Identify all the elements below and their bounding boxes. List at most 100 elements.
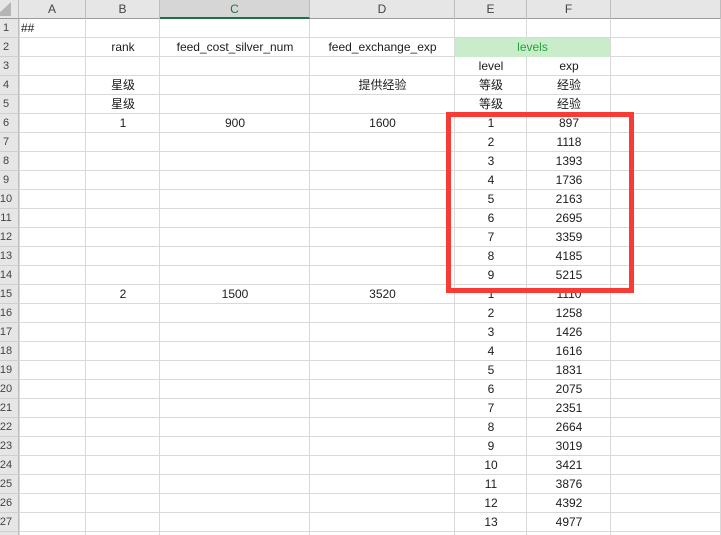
row-header-11[interactable]: 11 xyxy=(0,209,19,228)
row-header-26[interactable]: 26 xyxy=(0,494,19,513)
column-header-F[interactable]: F xyxy=(527,0,611,19)
column-header-offscreen[interactable] xyxy=(611,0,721,19)
cell-E20[interactable]: 6 xyxy=(455,380,527,399)
row-header-22[interactable]: 22 xyxy=(0,418,19,437)
row-header-1[interactable]: 1 xyxy=(0,19,19,38)
cell-E22[interactable]: 8 xyxy=(455,418,527,437)
row-header-20[interactable]: 20 xyxy=(0,380,19,399)
cell-C15[interactable]: 1500 xyxy=(160,285,310,304)
cell-F4[interactable]: 经验 xyxy=(527,76,611,95)
cell-E9[interactable]: 4 xyxy=(455,171,527,190)
row-header-3[interactable]: 3 xyxy=(0,57,19,76)
cell-E27[interactable]: 13 xyxy=(455,513,527,532)
cell-E18[interactable]: 4 xyxy=(455,342,527,361)
cell-F25[interactable]: 3876 xyxy=(527,475,611,494)
row-header-21[interactable]: 21 xyxy=(0,399,19,418)
row-header-2[interactable]: 2 xyxy=(0,38,19,57)
row-header-4[interactable]: 4 xyxy=(0,76,19,95)
cell-F13[interactable]: 4185 xyxy=(527,247,611,266)
cell-E21[interactable]: 7 xyxy=(455,399,527,418)
cell-F12[interactable]: 3359 xyxy=(527,228,611,247)
cell-F10[interactable]: 2163 xyxy=(527,190,611,209)
cell-F20[interactable]: 2075 xyxy=(527,380,611,399)
row-header-25[interactable]: 25 xyxy=(0,475,19,494)
row-header-15[interactable]: 15 xyxy=(0,285,19,304)
row-header-5[interactable]: 5 xyxy=(0,95,19,114)
cell-E19[interactable]: 5 xyxy=(455,361,527,380)
cell-F27[interactable]: 4977 xyxy=(527,513,611,532)
cell-E2:F2[interactable]: levels xyxy=(455,38,610,57)
gridline-horizontal xyxy=(19,246,721,247)
cell-D15[interactable]: 3520 xyxy=(310,285,455,304)
row-header-18[interactable]: 18 xyxy=(0,342,19,361)
column-header-B[interactable]: B xyxy=(86,0,160,19)
row-header-17[interactable]: 17 xyxy=(0,323,19,342)
row-header-9[interactable]: 9 xyxy=(0,171,19,190)
row-header-7[interactable]: 7 xyxy=(0,133,19,152)
cell-D2[interactable]: feed_exchange_exp xyxy=(310,38,455,57)
cell-F21[interactable]: 2351 xyxy=(527,399,611,418)
row-header-24[interactable]: 24 xyxy=(0,456,19,475)
cell-F3[interactable]: exp xyxy=(527,57,611,76)
column-header-A[interactable]: A xyxy=(19,0,86,19)
cell-F15[interactable]: 1110 xyxy=(527,285,611,304)
cell-F17[interactable]: 1426 xyxy=(527,323,611,342)
cell-E14[interactable]: 9 xyxy=(455,266,527,285)
cell-B6[interactable]: 1 xyxy=(86,114,160,133)
cell-E16[interactable]: 2 xyxy=(455,304,527,323)
row-header-12[interactable]: 12 xyxy=(0,228,19,247)
cell-B4[interactable]: 星级 xyxy=(86,76,160,95)
cell-F14[interactable]: 5215 xyxy=(527,266,611,285)
cell-A1[interactable]: ## xyxy=(19,19,86,38)
column-header-E[interactable]: E xyxy=(455,0,527,19)
cell-E24[interactable]: 10 xyxy=(455,456,527,475)
cell-B5[interactable]: 星级 xyxy=(86,95,160,114)
cell-F7[interactable]: 1118 xyxy=(527,133,611,152)
cell-E23[interactable]: 9 xyxy=(455,437,527,456)
cell-E3[interactable]: level xyxy=(455,57,527,76)
row-header-6[interactable]: 6 xyxy=(0,114,19,133)
cell-F26[interactable]: 4392 xyxy=(527,494,611,513)
row-header-19[interactable]: 19 xyxy=(0,361,19,380)
cell-E12[interactable]: 7 xyxy=(455,228,527,247)
cell-D4[interactable]: 提供经验 xyxy=(310,76,455,95)
cell-E17[interactable]: 3 xyxy=(455,323,527,342)
select-all-corner[interactable] xyxy=(0,0,19,19)
row-header-8[interactable]: 8 xyxy=(0,152,19,171)
cell-E8[interactable]: 3 xyxy=(455,152,527,171)
row-header-27[interactable]: 27 xyxy=(0,513,19,532)
row-header-10[interactable]: 10 xyxy=(0,190,19,209)
cell-F11[interactable]: 2695 xyxy=(527,209,611,228)
cell-F16[interactable]: 1258 xyxy=(527,304,611,323)
cell-F5[interactable]: 经验 xyxy=(527,95,611,114)
cell-F19[interactable]: 1831 xyxy=(527,361,611,380)
cell-F24[interactable]: 3421 xyxy=(527,456,611,475)
cell-F9[interactable]: 1736 xyxy=(527,171,611,190)
cell-E11[interactable]: 6 xyxy=(455,209,527,228)
cell-E5[interactable]: 等级 xyxy=(455,95,527,114)
cell-E6[interactable]: 1 xyxy=(455,114,527,133)
cell-C6[interactable]: 900 xyxy=(160,114,310,133)
cell-E4[interactable]: 等级 xyxy=(455,76,527,95)
row-header-13[interactable]: 13 xyxy=(0,247,19,266)
row-header-16[interactable]: 16 xyxy=(0,304,19,323)
cell-B15[interactable]: 2 xyxy=(86,285,160,304)
cell-F23[interactable]: 3019 xyxy=(527,437,611,456)
cell-F18[interactable]: 1616 xyxy=(527,342,611,361)
row-header-14[interactable]: 14 xyxy=(0,266,19,285)
cell-E10[interactable]: 5 xyxy=(455,190,527,209)
cell-E15[interactable]: 1 xyxy=(455,285,527,304)
cell-F6[interactable]: 897 xyxy=(527,114,611,133)
cell-E7[interactable]: 2 xyxy=(455,133,527,152)
cell-E26[interactable]: 12 xyxy=(455,494,527,513)
cell-F8[interactable]: 1393 xyxy=(527,152,611,171)
cell-E13[interactable]: 8 xyxy=(455,247,527,266)
row-header-23[interactable]: 23 xyxy=(0,437,19,456)
cell-B2[interactable]: rank xyxy=(86,38,160,57)
cell-D6[interactable]: 1600 xyxy=(310,114,455,133)
column-header-C[interactable]: C xyxy=(160,0,310,19)
column-header-D[interactable]: D xyxy=(310,0,455,19)
cell-C2[interactable]: feed_cost_silver_num xyxy=(160,38,310,57)
cell-F22[interactable]: 2664 xyxy=(527,418,611,437)
cell-E25[interactable]: 11 xyxy=(455,475,527,494)
